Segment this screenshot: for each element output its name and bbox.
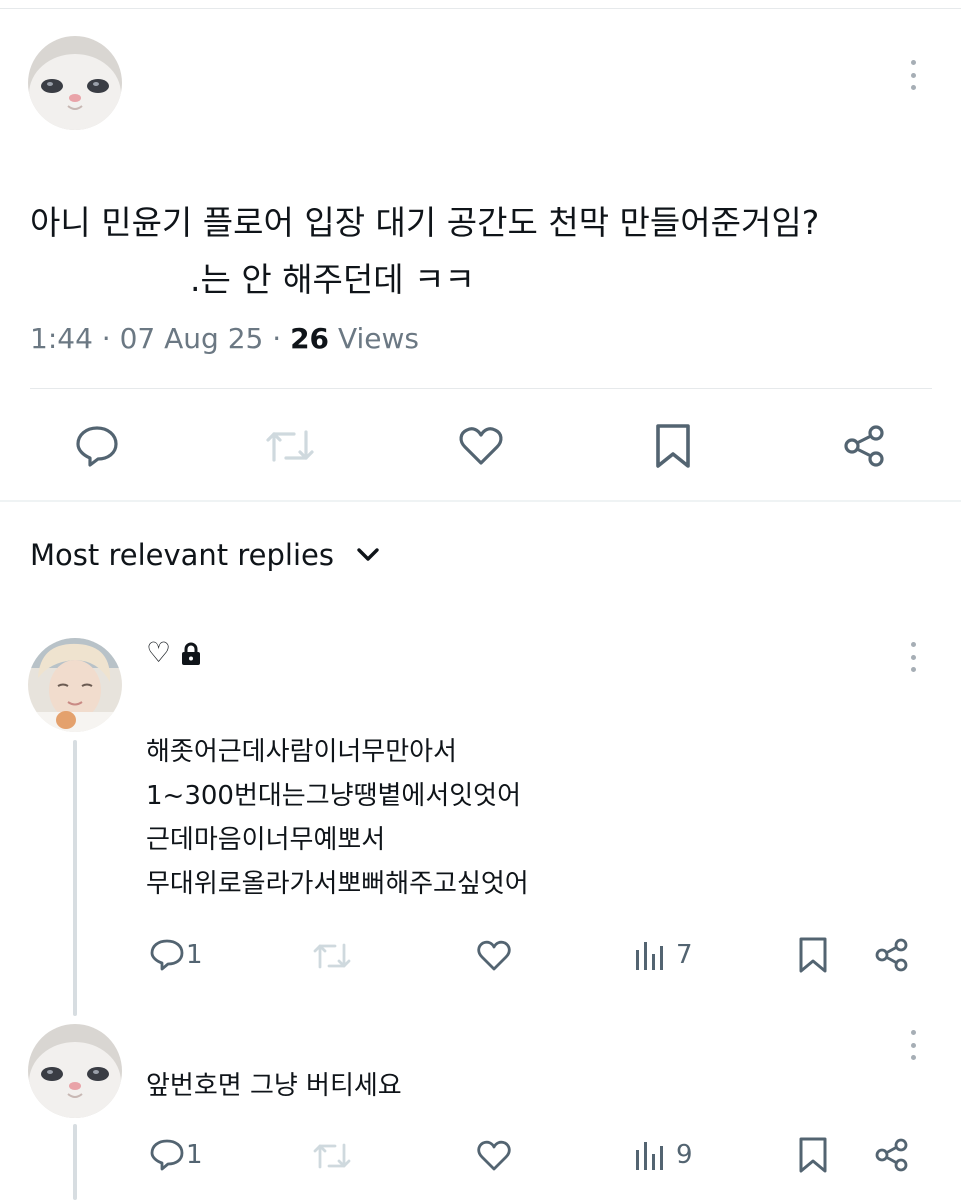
replies-sort-dropdown[interactable]: Most relevant replies [30,538,380,572]
action-divider [30,388,932,389]
reply-count: 1 [186,940,203,970]
more-options-icon[interactable] [910,1030,916,1060]
reply-text-line: 1~300번대는그냥땡볕에서잇엇어 [146,781,521,811]
post-time: 1:44 [30,322,93,355]
views-bar-chart-icon [634,1138,666,1172]
repost-icon [264,426,316,466]
bookmark-icon[interactable] [798,936,828,974]
reply-text: 앞번호면 그냥 버티세요 [146,1071,402,1101]
like-icon[interactable] [476,940,512,972]
views-bar-chart-icon [634,938,666,972]
like-icon[interactable] [458,426,504,466]
views-stat[interactable]: 9 [634,1138,693,1172]
repost-icon [312,1140,352,1172]
views-stat[interactable]: 7 [634,938,693,972]
bookmark-icon[interactable] [654,422,692,470]
top-divider [0,8,961,9]
reply-count: 1 [186,1140,203,1170]
post-text-line2: .는 안 해주던데 ㅋㅋ [190,260,475,299]
reply-text: 해좃어근데사람이너무만아서 1~300번대는그냥땡볕에서잇엇어 근데마음이너무예… [146,730,529,906]
reply-author-name[interactable]: ♡ [146,636,171,670]
author-avatar[interactable] [28,36,122,130]
reply-text-line: 무대위로올라가서뽀뻐해주고싶엇어 [146,869,529,899]
views-label: Views [337,322,419,355]
reply-button[interactable]: 1 [150,1138,203,1172]
share-icon[interactable] [874,938,910,972]
reply-icon[interactable] [74,424,120,468]
share-icon[interactable] [842,424,888,468]
post-meta: 1:44 · 07 Aug 25 · 26 Views [30,322,419,355]
thread-line [73,1124,77,1200]
repost-icon [312,940,352,972]
replies-sort-label: Most relevant replies [30,538,334,572]
reply-text-line: 해좃어근데사람이너무만아서 [146,737,457,767]
reply-button[interactable]: 1 [150,938,203,972]
more-options-icon[interactable] [910,60,916,90]
reply-avatar[interactable] [28,1024,122,1118]
section-divider [0,500,961,502]
share-icon[interactable] [874,1138,910,1172]
thread-line [73,740,77,1016]
view-count: 7 [676,940,693,970]
reply-icon [150,1138,184,1172]
view-count: 9 [676,1140,693,1170]
meta-separator: · [101,322,111,355]
bookmark-icon[interactable] [798,1136,828,1174]
reply-avatar[interactable] [28,638,122,732]
lock-icon [180,642,202,666]
post-text-line1: 아니 민윤기 플로어 입장 대기 공간도 천막 만들어준거임? [30,203,820,242]
more-options-icon[interactable] [910,642,916,672]
chevron-down-icon [356,547,380,563]
like-icon[interactable] [476,1140,512,1172]
views-count: 26 [290,322,330,355]
meta-separator: · [272,322,282,355]
reply-text-line: 근데마음이너무예뽀서 [146,825,386,855]
reply-icon [150,938,184,972]
post-date: 07 Aug 25 [119,322,264,355]
